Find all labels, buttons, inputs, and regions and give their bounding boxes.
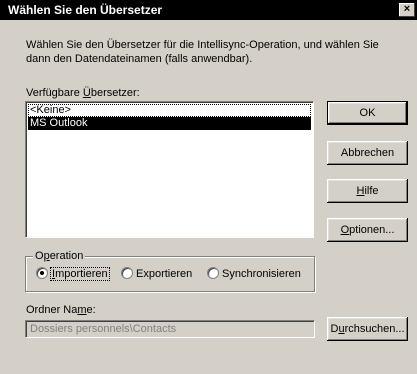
translator-dialog: Wählen Sie den Übersetzer × Wählen Sie d… xyxy=(0,0,417,374)
title-bar: Wählen Sie den Übersetzer × xyxy=(0,0,417,20)
folder-name-label: Ordner Name: xyxy=(26,304,96,316)
list-item[interactable]: <Keine> xyxy=(28,104,311,117)
synchronize-label: Synchronisieren xyxy=(222,268,301,280)
close-icon: × xyxy=(403,3,411,15)
translators-listbox[interactable]: <Keine> MS Outlook xyxy=(25,101,314,238)
radio-unchecked-icon[interactable] xyxy=(207,267,219,279)
close-button[interactable]: × xyxy=(399,3,415,17)
translators-label: Verfügbare Übersetzer: xyxy=(26,87,140,99)
description-text: Wählen Sie den Übersetzer für die Intell… xyxy=(26,39,379,65)
ok-button[interactable]: OK xyxy=(327,101,408,125)
export-radio[interactable]: Exportieren xyxy=(121,267,192,281)
browse-button[interactable]: Durchsuchen... xyxy=(327,317,408,341)
export-label: Exportieren xyxy=(136,268,193,280)
import-label: Importieren xyxy=(50,267,110,281)
operation-legend: Operation xyxy=(33,250,86,262)
dialog-title: Wählen Sie den Übersetzer xyxy=(8,3,163,17)
cancel-button[interactable]: Abbrechen xyxy=(327,141,408,165)
radio-unchecked-icon[interactable] xyxy=(121,267,133,279)
folder-path-field[interactable]: Dossiers personnels\Contacts xyxy=(25,320,315,338)
synchronize-radio[interactable]: Synchronisieren xyxy=(207,267,301,281)
import-radio[interactable]: Importieren xyxy=(36,267,110,281)
help-button[interactable]: Hilfe xyxy=(327,179,408,203)
radio-checked-icon[interactable] xyxy=(36,267,48,279)
list-item[interactable]: MS Outlook xyxy=(28,117,311,130)
options-button[interactable]: Optionen... xyxy=(327,218,408,242)
